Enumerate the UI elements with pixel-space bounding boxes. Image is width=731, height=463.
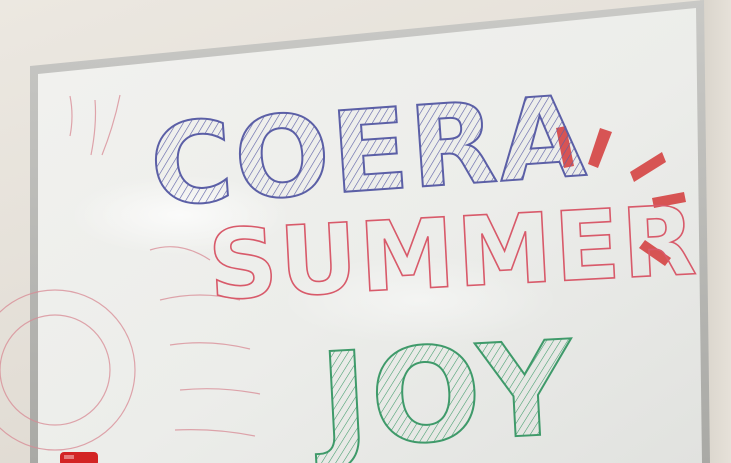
marker	[60, 452, 98, 463]
whiteboard-photo: COERA SUMMER JOY	[0, 0, 731, 463]
headline-joy: JOY	[308, 312, 578, 463]
whiteboard-drawing: COERA SUMMER JOY	[0, 0, 710, 463]
